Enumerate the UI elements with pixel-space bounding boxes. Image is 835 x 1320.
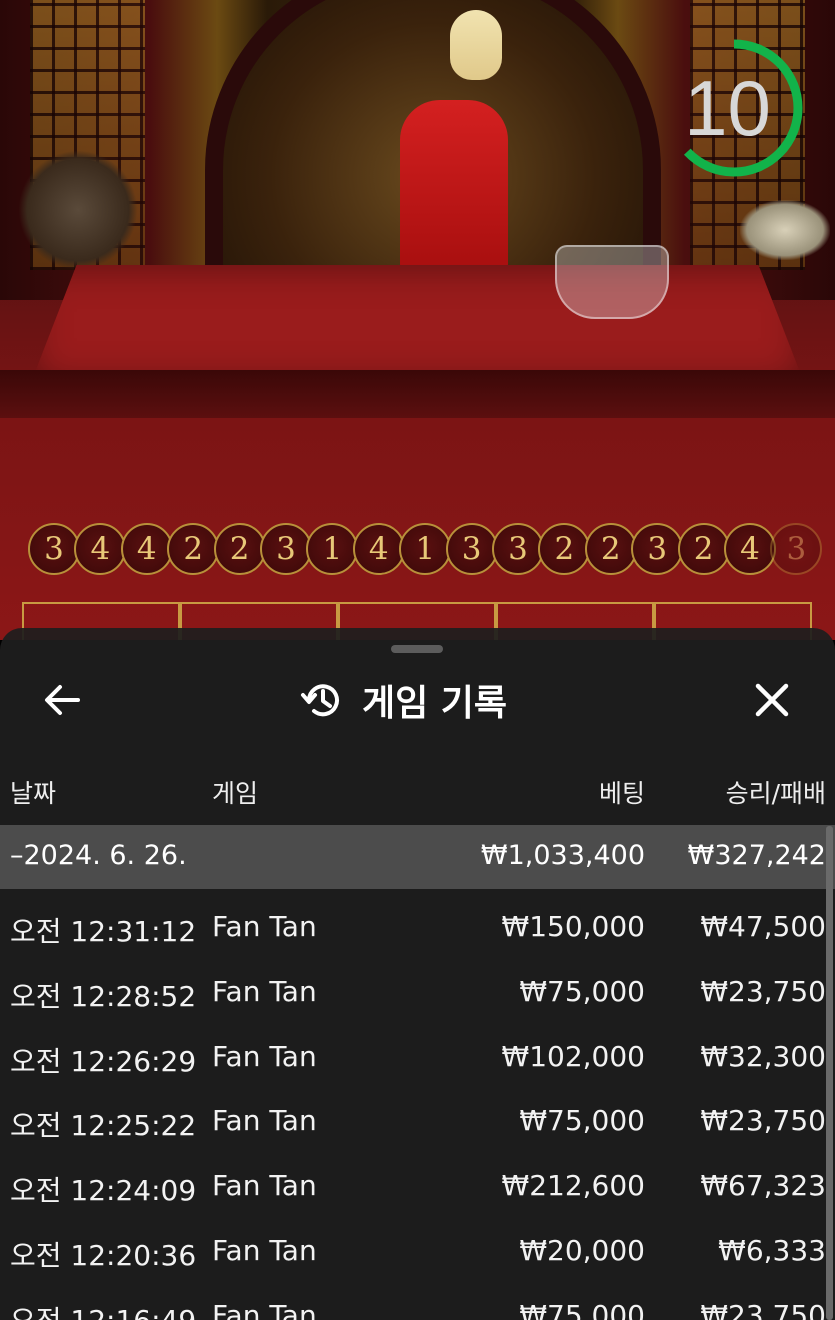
- table-header: 날짜 게임 베팅 승리/패배: [0, 768, 835, 812]
- row-time: 오전 12:26:29: [10, 1044, 197, 1078]
- table-row[interactable]: 오전 12:28:52 Fan Tan ₩75,000 ₩23,750: [0, 961, 835, 1026]
- table-row[interactable]: 오전 12:20:36 Fan Tan ₩20,000 ₩6,333: [0, 1220, 835, 1285]
- panel-title: 게임 기록: [362, 683, 508, 724]
- row-bet: ₩75,000: [519, 974, 645, 1008]
- table-row[interactable]: 오전 12:25:22 Fan Tan ₩75,000 ₩23,750: [0, 1090, 835, 1155]
- result-ball: 2: [538, 523, 591, 575]
- panel-title-group: 게임 기록: [300, 672, 507, 728]
- result-ball: 3: [28, 523, 80, 575]
- row-time: 오전 12:28:52: [10, 979, 197, 1013]
- history-list: 오전 12:31:12 Fan Tan ₩150,000 ₩47,500 오전 …: [0, 896, 835, 1320]
- result-ball: 4: [724, 523, 776, 575]
- result-ball: 3: [260, 523, 312, 575]
- result-history-road: 34422314133223243: [28, 523, 835, 581]
- game-table: [30, 265, 805, 385]
- result-ball: 3: [631, 523, 684, 575]
- result-ball: 3: [445, 523, 498, 575]
- dealer: [400, 10, 520, 270]
- countdown-timer: 10: [665, 33, 803, 183]
- row-win-loss: ₩67,323: [700, 1169, 826, 1203]
- back-button[interactable]: [40, 678, 84, 722]
- row-game: Fan Tan: [212, 1233, 317, 1267]
- row-game: Fan Tan: [212, 1039, 317, 1073]
- result-ball: 1: [399, 523, 452, 575]
- summary-win-loss: ₩327,242: [687, 840, 826, 871]
- bead-bowl: [555, 245, 669, 319]
- column-header-win-loss[interactable]: 승리/패배: [726, 774, 826, 810]
- table-edge: [0, 370, 835, 418]
- row-bet: ₩212,600: [501, 1169, 645, 1203]
- table-row[interactable]: 오전 12:16:49 Fan Tan ₩75,000 ₩23,750: [0, 1285, 835, 1320]
- scrollbar[interactable]: [826, 826, 833, 1320]
- result-ball: 4: [120, 523, 173, 575]
- result-ball: 3: [492, 523, 544, 575]
- timer-value: 10: [684, 63, 771, 152]
- dragon-statue: [740, 200, 830, 260]
- result-ball: 3: [770, 523, 823, 575]
- result-ball: 2: [167, 523, 220, 575]
- row-game: Fan Tan: [212, 974, 317, 1008]
- result-ball: 2: [213, 523, 266, 575]
- table-row[interactable]: 오전 12:31:12 Fan Tan ₩150,000 ₩47,500: [0, 896, 835, 961]
- close-button[interactable]: [750, 678, 794, 722]
- close-icon: [755, 683, 789, 717]
- row-win-loss: ₩47,500: [700, 910, 826, 943]
- column-header-date[interactable]: 날짜: [10, 774, 56, 810]
- row-time: 오전 12:25:22: [10, 1109, 197, 1143]
- drag-handle[interactable]: [391, 645, 443, 653]
- summary-bet: ₩1,033,400: [480, 840, 645, 871]
- row-time: 오전 12:24:09: [10, 1174, 197, 1208]
- row-time: 오전 12:20:36: [10, 1238, 197, 1272]
- row-time: 오전 12:16:49: [10, 1299, 196, 1320]
- row-game: Fan Tan: [212, 910, 317, 943]
- result-ball: 1: [306, 523, 359, 575]
- column-header-game[interactable]: 게임: [212, 774, 258, 810]
- game-history-panel: 게임 기록 날짜 게임 베팅 승리/패배 –2024. 6. 26. ₩1,03…: [0, 628, 835, 1320]
- date-summary-row[interactable]: –2024. 6. 26. ₩1,033,400 ₩327,242: [0, 825, 835, 889]
- row-game: Fan Tan: [212, 1169, 317, 1203]
- result-ball: 4: [74, 523, 127, 575]
- row-win-loss: ₩32,300: [700, 1039, 826, 1073]
- result-ball: 4: [352, 523, 405, 575]
- table-row[interactable]: 오전 12:24:09 Fan Tan ₩212,600 ₩67,323: [0, 1155, 835, 1220]
- column-header-bet[interactable]: 베팅: [599, 774, 645, 810]
- back-arrow-icon: [45, 685, 80, 715]
- panel-header: 게임 기록: [0, 658, 835, 740]
- dealer-head: [450, 10, 502, 80]
- table-row[interactable]: 오전 12:26:29 Fan Tan ₩102,000 ₩32,300: [0, 1026, 835, 1091]
- row-win-loss: ₩23,750: [700, 974, 826, 1008]
- dealer-dress: [400, 100, 508, 270]
- result-ball: 2: [584, 523, 637, 575]
- row-time: 오전 12:31:12: [10, 915, 197, 948]
- row-win-loss: ₩6,333: [718, 1233, 826, 1267]
- history-clock-icon: [301, 684, 339, 717]
- result-ball: 2: [677, 523, 730, 575]
- row-win-loss: ₩23,750: [700, 1104, 826, 1138]
- row-game: Fan Tan: [212, 1104, 317, 1138]
- row-bet: ₩20,000: [519, 1233, 645, 1267]
- row-bet: ₩150,000: [501, 910, 645, 943]
- row-win-loss: ₩23,750: [700, 1298, 826, 1320]
- row-bet: ₩102,000: [501, 1039, 645, 1073]
- row-bet: ₩75,000: [519, 1104, 645, 1138]
- row-bet: ₩75,000: [519, 1298, 645, 1320]
- summary-date: –2024. 6. 26.: [10, 840, 187, 871]
- bonsai-decoration: [18, 150, 138, 270]
- row-game: Fan Tan: [212, 1298, 317, 1320]
